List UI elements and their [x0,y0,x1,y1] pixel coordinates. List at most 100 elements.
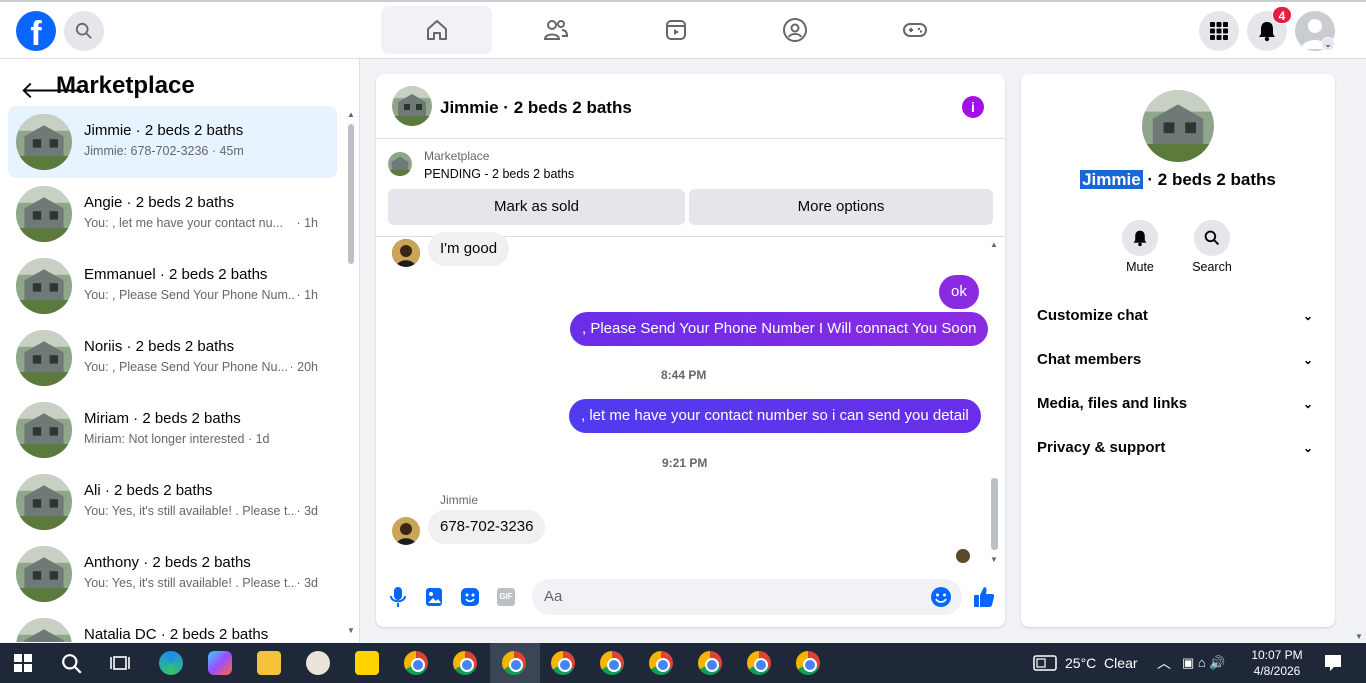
tab-home[interactable] [381,6,492,54]
chevron-down-icon: ⌄ [1302,397,1313,411]
gif-icon[interactable]: GIF [497,588,515,606]
sticky-notes-icon[interactable] [355,651,379,675]
message-outgoing[interactable]: , let me have your contact number so i c… [569,399,981,433]
chevron-down-icon: ⌄ [1302,441,1313,455]
chrome-icon[interactable] [747,651,771,675]
conversation-item[interactable]: Emmanuel · 2 beds 2 baths You: , Please S… [8,250,337,322]
groups-icon [782,18,807,42]
preview-text: You: , let me have your contact nu... [84,216,283,230]
chat-members-section[interactable]: Chat members ⌄ [1037,340,1319,380]
copilot-icon[interactable] [208,651,232,675]
windows-start-icon[interactable] [14,654,32,672]
section-label: Privacy & support [1037,439,1166,456]
weather-icon[interactable] [1033,655,1057,671]
message-outgoing[interactable]: ok [939,275,979,309]
message-incoming[interactable]: 678-702-3236 [428,510,546,544]
message-outgoing[interactable]: , Please Send Your Phone Number I Will c… [570,312,989,346]
conversation-title: Angie · 2 beds 2 baths [84,194,235,211]
chat-window: Jimmie · 2 beds 2 baths i Marketplace PE… [376,74,1005,627]
chrome-icon[interactable] [698,651,722,675]
conversation-item[interactable]: Natalia DC · 2 beds 2 baths [8,610,337,642]
more-options-button[interactable]: More options [689,189,993,225]
house-photo-icon [16,546,72,602]
windows-taskbar: 25°C Clear ︿ ▣ ⌂ 🔊 10:07 PM 4/8/2026 [0,643,1366,683]
task-view-icon[interactable] [110,654,130,672]
sidebar-scrollbar[interactable]: ▲ ▼ [346,110,356,635]
chrome-icon[interactable] [796,651,820,675]
mark-as-sold-button[interactable]: Mark as sold [388,189,685,225]
privacy-support-section[interactable]: Privacy & support ⌄ [1037,428,1319,468]
photo-icon[interactable] [425,587,443,611]
search-button[interactable] [64,11,104,51]
listing-photo [1142,90,1214,162]
conversation-preview: You: , Please Send Your Phone Nu... · 20h [84,360,324,374]
message-input[interactable]: Aa [532,579,962,615]
conversation-item[interactable]: Miriam · 2 beds 2 baths Miriam: Not longe… [8,394,337,466]
file-explorer-icon[interactable] [257,651,281,675]
like-icon[interactable] [973,586,995,612]
chrome-icon[interactable] [453,651,477,675]
microphone-icon[interactable] [390,586,406,612]
emoji-icon[interactable] [930,586,952,608]
conversation-preview: Miriam: Not longer interested · 1d [84,432,324,446]
section-label: Customize chat [1037,307,1148,324]
info-icon[interactable]: i [962,96,984,118]
page-title: Marketplace [56,72,195,99]
search-in-chat-button[interactable] [1194,220,1230,256]
house-photo-icon [16,330,72,386]
sender-avatar [392,517,420,545]
search-icon[interactable] [61,653,83,675]
conversation-item[interactable]: Ali · 2 beds 2 baths You: Yes, it's still… [8,466,337,538]
chrome-icon[interactable] [404,651,428,675]
message-incoming[interactable]: I'm good [428,232,510,266]
chat-header-title[interactable]: Jimmie · 2 beds 2 baths [440,98,632,118]
preview-text: Miriam: Not longer interested · 1d [84,432,270,446]
tab-watch[interactable] [620,6,731,54]
conversation-title: Ali · 2 beds 2 baths [84,482,213,499]
chrome-icon[interactable] [649,651,673,675]
system-tray-icons[interactable]: ▣ ⌂ 🔊 [1182,655,1226,671]
chevron-up-icon[interactable]: ︿ [1157,653,1171,673]
account-chevron-icon[interactable]: ⌄ [1321,37,1335,51]
mute-button[interactable] [1122,220,1158,256]
chat-info-panel: Jimmie · 2 beds 2 baths Mute Search Cust… [1021,74,1335,627]
tab-gaming[interactable] [859,6,970,54]
facebook-logo[interactable]: f [16,11,56,51]
house-photo-icon [16,258,72,314]
search-label: Search [1192,260,1232,274]
menu-button[interactable] [1199,11,1239,51]
info-title: Jimmie · 2 beds 2 baths [1021,170,1335,190]
conversation-item[interactable]: Jimmie · 2 beds 2 baths Jimmie: 678-702-3… [8,106,337,178]
weather-text[interactable]: 25°C Clear [1065,655,1138,671]
tab-friends[interactable] [500,6,611,54]
notification-center-icon[interactable] [1324,654,1342,672]
chrome-icon[interactable] [551,651,575,675]
message-input-placeholder: Aa [544,588,563,605]
timestamp: 8:44 PM [661,368,707,382]
friends-icon [543,20,568,40]
listing-thumbnail [388,152,412,176]
chat-scrollbar[interactable]: ▲ ▼ [990,240,1000,564]
edge-icon[interactable] [159,651,183,675]
clock-date[interactable]: 4/8/2026 [1248,664,1306,678]
grid-menu-icon [1210,22,1228,40]
paint-icon[interactable] [306,651,330,675]
media-files-links-section[interactable]: Media, files and links ⌄ [1037,384,1319,424]
house-photo-icon [16,186,72,242]
chat-header-thumbnail [392,86,432,126]
house-photo-icon [16,474,72,530]
clock-time[interactable]: 10:07 PM [1248,648,1306,662]
preview-text: You: , Please Send Your Phone Nu... [84,360,288,374]
conversation-item[interactable]: Anthony · 2 beds 2 baths You: Yes, it's s… [8,538,337,610]
sticker-icon[interactable] [460,587,480,611]
tab-groups[interactable] [739,6,850,54]
page-scrollbar[interactable]: ▼ [1352,59,1366,643]
chrome-icon[interactable] [502,651,526,675]
conversation-item[interactable]: Angie · 2 beds 2 baths You: , let me have… [8,178,337,250]
section-label: Media, files and links [1037,395,1188,412]
house-photo-icon [392,86,432,126]
conversation-item[interactable]: Noriis · 2 beds 2 baths You: , Please Sen… [8,322,337,394]
chrome-icon[interactable] [600,651,624,675]
seen-avatar [956,549,970,563]
customize-chat-section[interactable]: Customize chat ⌄ [1037,296,1319,336]
